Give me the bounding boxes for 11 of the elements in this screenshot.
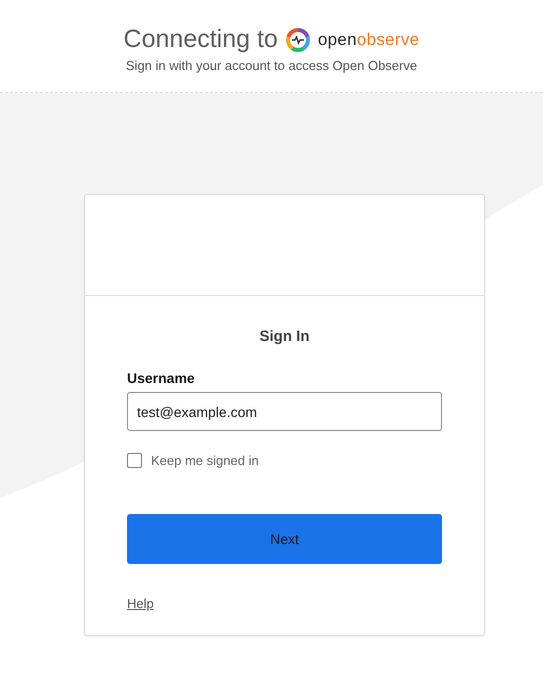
subtitle: Sign in with your account to access Open Observe: [126, 58, 418, 73]
username-field[interactable]: test@example.com: [127, 392, 442, 431]
logo-wordmark: openobserve: [318, 30, 420, 50]
logo-icon: [286, 28, 310, 52]
next-button[interactable]: Next: [127, 514, 442, 564]
help-link[interactable]: Help: [127, 596, 154, 611]
sign-in-heading: Sign In: [260, 328, 310, 345]
connecting-title: Connecting to: [124, 25, 278, 54]
keep-signed-in-label: Keep me signed in: [151, 453, 259, 468]
keep-signed-in-checkbox[interactable]: [127, 453, 142, 468]
username-label: Username: [127, 370, 196, 386]
